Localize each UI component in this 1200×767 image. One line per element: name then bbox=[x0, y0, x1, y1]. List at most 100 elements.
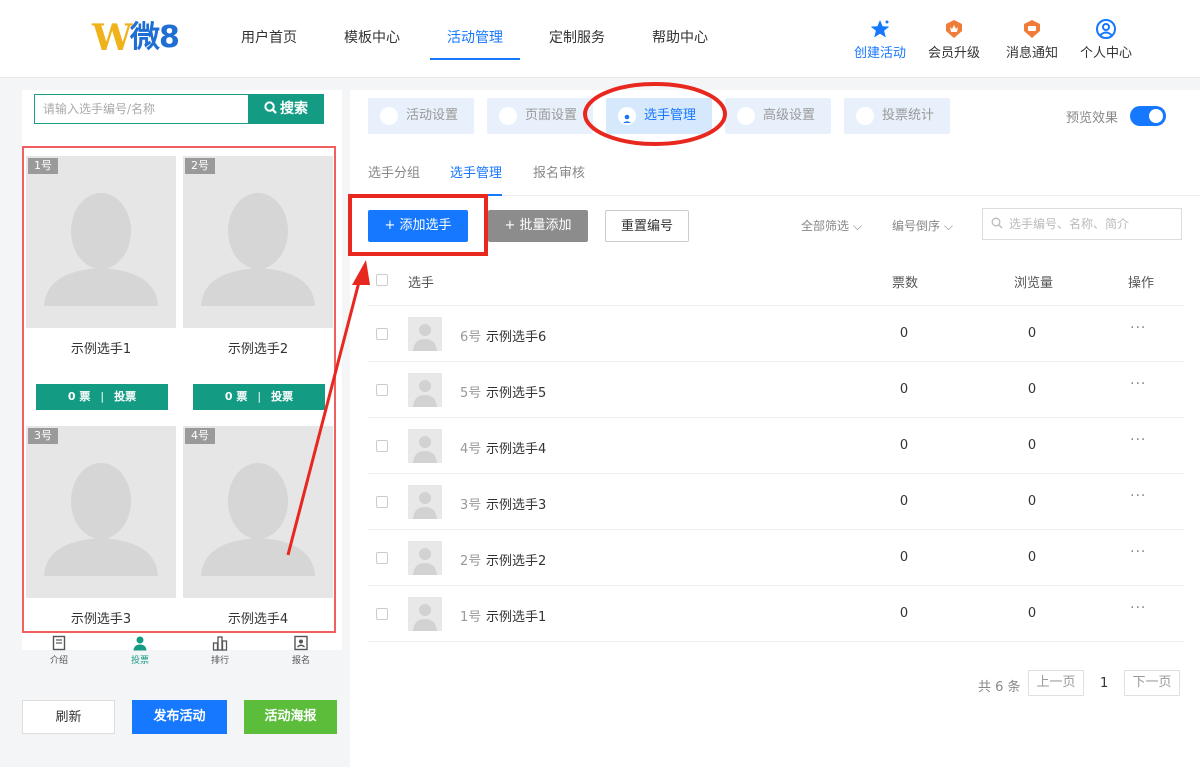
more-options-button[interactable]: ··· bbox=[1130, 320, 1146, 336]
contestant-name: 示例选手3 bbox=[70, 612, 132, 627]
vote-button[interactable]: 0 票 | 投票 bbox=[36, 384, 168, 410]
more-options-button[interactable]: ··· bbox=[1130, 432, 1146, 448]
step-contestant-management[interactable]: 选手管理 bbox=[606, 98, 712, 134]
add-contestant-button[interactable]: + 添加选手 bbox=[368, 210, 468, 242]
row-votes: 0 bbox=[899, 606, 909, 621]
prev-page-button[interactable]: 上一页 bbox=[1028, 670, 1084, 696]
filter-all-dropdown[interactable]: 全部筛选 ⌵ bbox=[801, 217, 862, 234]
nav-item-home[interactable]: 用户首页 bbox=[241, 0, 297, 78]
contestant-card[interactable]: 2号 示例选手2 0 票 | 投票 bbox=[183, 156, 333, 418]
preview-search: 请输入选手编号/名称 搜索 bbox=[34, 94, 324, 124]
preview-toggle[interactable] bbox=[1130, 106, 1166, 126]
tab-ranking[interactable]: 排行 bbox=[195, 635, 245, 666]
tab-ranking-label: 排行 bbox=[210, 656, 229, 666]
step-label: 活动设置 bbox=[406, 108, 459, 123]
publish-activity-button[interactable]: 发布活动 bbox=[132, 700, 227, 734]
create-activity-label: 创建活动 bbox=[853, 46, 906, 61]
table-row[interactable]: 1号 示例选手1 0 0 ··· bbox=[368, 586, 1184, 642]
signup-icon bbox=[294, 635, 308, 651]
contestant-card[interactable]: 1号 示例选手1 0 票 | 投票 bbox=[26, 156, 176, 418]
row-number: 3号 bbox=[460, 498, 482, 513]
row-checkbox[interactable] bbox=[376, 552, 388, 564]
subtab-contestants[interactable]: 选手管理 bbox=[450, 162, 503, 196]
star-icon bbox=[870, 20, 890, 38]
preview-tabbar: 介绍 投票 排行 报名 bbox=[22, 633, 342, 673]
subtab-signup-review[interactable]: 报名审核 bbox=[533, 162, 585, 181]
contestant-card[interactable]: 3号 示例选手3 bbox=[26, 426, 176, 631]
table-row[interactable]: 6号 示例选手6 0 0 ··· bbox=[368, 306, 1184, 362]
contestant-search-placeholder: 选手编号、名称、简介 bbox=[1009, 217, 1130, 231]
more-options-button[interactable]: ··· bbox=[1130, 376, 1146, 392]
avatar bbox=[408, 429, 442, 463]
step-activity-settings[interactable]: 活动设置 bbox=[368, 98, 474, 134]
batch-add-button[interactable]: + 批量添加 bbox=[488, 210, 588, 242]
row-views: 0 bbox=[1027, 382, 1037, 397]
table-row[interactable]: 2号 示例选手2 0 0 ··· bbox=[368, 530, 1184, 586]
step-label: 页面设置 bbox=[525, 108, 578, 123]
avatar-placeholder-icon bbox=[201, 463, 315, 576]
sort-dropdown[interactable]: 编号倒序 ⌵ bbox=[892, 217, 953, 234]
nav-item-templates[interactable]: 模板中心 bbox=[344, 0, 400, 78]
personal-center-button[interactable]: 个人中心 bbox=[1073, 18, 1139, 61]
create-activity-button[interactable]: 创建活动 bbox=[847, 18, 913, 61]
row-name: 示例选手5 bbox=[486, 386, 547, 401]
filter-all-label: 全部筛选 bbox=[801, 219, 850, 233]
row-views: 0 bbox=[1027, 550, 1037, 565]
tab-vote-label: 投票 bbox=[130, 656, 149, 666]
preview-search-input[interactable]: 请输入选手编号/名称 bbox=[34, 94, 250, 124]
step-page-settings[interactable]: 页面设置 bbox=[487, 98, 593, 134]
row-checkbox[interactable] bbox=[376, 440, 388, 452]
vote-button[interactable]: 0 票 | 投票 bbox=[193, 384, 325, 410]
reset-number-button[interactable]: 重置编号 bbox=[605, 210, 689, 242]
step-label: 选手管理 bbox=[644, 108, 697, 123]
table-row[interactable]: 4号 示例选手4 0 0 ··· bbox=[368, 418, 1184, 474]
table-row[interactable]: 5号 示例选手5 0 0 ··· bbox=[368, 362, 1184, 418]
row-checkbox[interactable] bbox=[376, 328, 388, 340]
message-badge-icon bbox=[1024, 20, 1040, 38]
contestant-card[interactable]: 4号 示例选手4 bbox=[183, 426, 333, 631]
contestant-name: 示例选手1 bbox=[70, 342, 132, 357]
table-row[interactable]: 3号 示例选手3 0 0 ··· bbox=[368, 474, 1184, 530]
nav-item-activity-management[interactable]: 活动管理 bbox=[430, 0, 520, 78]
contestant-number: 4号 bbox=[185, 428, 215, 444]
more-options-button[interactable]: ··· bbox=[1130, 488, 1146, 504]
member-upgrade-button[interactable]: 会员升级 bbox=[921, 18, 987, 61]
row-name: 示例选手1 bbox=[486, 610, 547, 625]
current-page[interactable]: 1 bbox=[1100, 676, 1108, 702]
step-vote-statistics[interactable]: 投票统计 bbox=[844, 98, 950, 134]
row-checkbox[interactable] bbox=[376, 384, 388, 396]
logo[interactable]: W 微8 bbox=[92, 18, 188, 58]
shield-icon bbox=[380, 107, 398, 125]
more-options-button[interactable]: ··· bbox=[1130, 600, 1146, 616]
step-label: 高级设置 bbox=[763, 108, 816, 123]
user-icon bbox=[618, 107, 636, 125]
nav-item-custom-service[interactable]: 定制服务 bbox=[549, 0, 605, 78]
crown-badge-icon bbox=[946, 20, 962, 38]
tab-intro[interactable]: 介绍 bbox=[34, 635, 84, 666]
subtab-groups[interactable]: 选手分组 bbox=[368, 162, 420, 181]
row-checkbox[interactable] bbox=[376, 608, 388, 620]
notifications-button[interactable]: 消息通知 bbox=[999, 18, 1065, 61]
contestant-photo bbox=[183, 426, 333, 598]
user-circle-icon bbox=[1096, 19, 1116, 39]
step-advanced-settings[interactable]: 高级设置 bbox=[725, 98, 831, 134]
preview-search-button[interactable]: 搜索 bbox=[248, 94, 324, 124]
refresh-button[interactable]: 刷新 bbox=[22, 700, 115, 734]
nav-item-help[interactable]: 帮助中心 bbox=[652, 0, 708, 78]
select-all-checkbox[interactable] bbox=[376, 274, 388, 286]
vote-count: 0 票 bbox=[224, 390, 248, 403]
more-options-button[interactable]: ··· bbox=[1130, 544, 1146, 560]
row-number: 1号 bbox=[460, 610, 482, 625]
contestant-management-panel: 活动设置 页面设置 选手管理 高级设置 投票统计 预览效果 选手分组 选手管理 … bbox=[350, 90, 1200, 767]
activity-poster-button[interactable]: 活动海报 bbox=[244, 700, 337, 734]
tab-signup[interactable]: 报名 bbox=[276, 635, 326, 666]
contestant-photo bbox=[183, 156, 333, 328]
contestant-photo bbox=[26, 156, 176, 328]
avatar-placeholder-icon bbox=[201, 193, 315, 306]
logo-mark: W bbox=[92, 17, 133, 59]
contestant-search-input[interactable]: 选手编号、名称、简介 bbox=[982, 208, 1182, 240]
next-page-button[interactable]: 下一页 bbox=[1124, 670, 1180, 696]
tab-vote[interactable]: 投票 bbox=[115, 635, 165, 666]
row-checkbox[interactable] bbox=[376, 496, 388, 508]
sort-label: 编号倒序 bbox=[892, 219, 941, 233]
